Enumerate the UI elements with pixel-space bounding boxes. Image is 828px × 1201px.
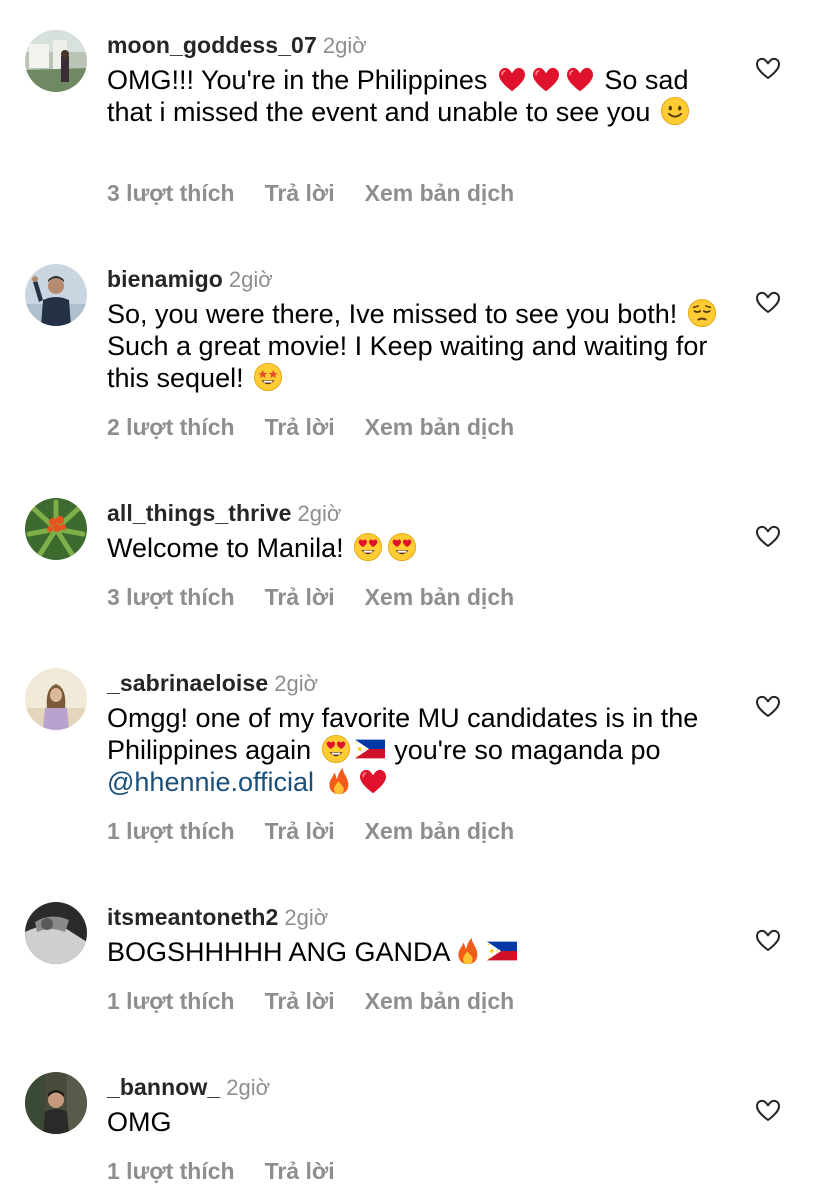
reply-button[interactable]: Trả lời [265,180,335,206]
star-struck-emoji [253,362,283,392]
username[interactable]: all_things_thrive [107,500,291,526]
reply-button[interactable]: Trả lời [265,584,335,610]
comment-item: _bannow_ 2giờ OMG 1 lượt thích Trả lời [0,1072,828,1192]
avatar[interactable] [25,264,87,326]
see-translation-button[interactable]: Xem bản dịch [365,414,515,440]
timestamp: 2giờ [297,501,342,526]
avatar[interactable] [25,498,87,560]
likes-count[interactable]: 1 lượt thích [107,1158,235,1184]
username[interactable]: bienamigo [107,266,223,292]
see-translation-button[interactable]: Xem bản dịch [365,818,515,844]
see-translation-button[interactable]: Xem bản dịch [365,180,515,206]
avatar[interactable] [25,30,87,92]
red-heart-emoji [565,64,595,94]
heart-outline-icon[interactable] [755,1098,781,1122]
heart-eyes-emoji [387,532,417,562]
comment-actions: 1 lượt thích Trả lời Xem bản dịch [107,816,544,846]
red-heart-emoji [531,64,561,94]
comment-item: itsmeantoneth2 2giờ BOGSHHHHH ANG GANDA 1… [0,902,828,1022]
fire-emoji [324,766,354,796]
likes-count[interactable]: 3 lượt thích [107,584,235,610]
username[interactable]: moon_goddess_07 [107,32,317,58]
philippines-flag-emoji [355,734,385,764]
heart-eyes-emoji [321,734,351,764]
mention-link[interactable]: @hhennie.official [107,767,314,797]
avatar[interactable] [25,902,87,964]
pensive-face-emoji [687,298,717,328]
username[interactable]: itsmeantoneth2 [107,904,278,930]
reply-button[interactable]: Trả lời [265,818,335,844]
username[interactable]: _sabrinaeloise [107,670,268,696]
comment-text: So, you were there, Ive missed to see yo… [107,298,727,394]
timestamp: 2giờ [274,671,319,696]
comment-item: moon_goddess_07 2giờ OMG!!! You're in the… [0,30,828,220]
fire-emoji [453,936,483,966]
heart-outline-icon[interactable] [755,524,781,548]
see-translation-button[interactable]: Xem bản dịch [365,988,515,1014]
comment-actions: 1 lượt thích Trả lời [107,1156,365,1186]
likes-count[interactable]: 2 lượt thích [107,414,235,440]
comment-actions: 1 lượt thích Trả lời Xem bản dịch [107,986,544,1016]
likes-count[interactable]: 3 lượt thích [107,180,235,206]
comment-text: Omgg! one of my favorite MU candidates i… [107,703,699,797]
likes-count[interactable]: 1 lượt thích [107,818,235,844]
heart-outline-icon[interactable] [755,928,781,952]
reply-button[interactable]: Trả lời [265,414,335,440]
heart-outline-icon[interactable] [755,694,781,718]
comment-text: OMG!!! You're in the Philippines So sad … [107,64,690,127]
reply-button[interactable]: Trả lời [265,1158,335,1184]
avatar[interactable] [25,1072,87,1134]
red-heart-emoji [358,766,388,796]
comment-item: bienamigo 2giờ So, you were there, Ive mi… [0,264,828,454]
comment-actions: 3 lượt thích Trả lời Xem bản dịch [107,178,544,208]
heart-outline-icon[interactable] [755,56,781,80]
likes-count[interactable]: 1 lượt thích [107,988,235,1014]
comment-actions: 3 lượt thích Trả lời Xem bản dịch [107,582,544,612]
heart-outline-icon[interactable] [755,290,781,314]
comment-item: all_things_thrive 2giờ Welcome to Manila!… [0,498,828,618]
heart-eyes-emoji [353,532,383,562]
comment-text: Welcome to Manila! [107,532,727,564]
username[interactable]: _bannow_ [107,1074,220,1100]
comment-text: OMG [107,1107,172,1137]
avatar[interactable] [25,668,87,730]
timestamp: 2giờ [228,267,273,292]
timestamp: 2giờ [226,1075,271,1100]
comment-text: BOGSHHHHH ANG GANDA [107,936,727,968]
see-translation-button[interactable]: Xem bản dịch [365,584,515,610]
comment-item: _sabrinaeloise 2giờ Omgg! one of my favor… [0,668,828,858]
timestamp: 2giờ [322,33,367,58]
comment-actions: 2 lượt thích Trả lời Xem bản dịch [107,412,544,442]
philippines-flag-emoji [487,936,517,966]
timestamp: 2giờ [284,905,329,930]
slightly-smiling-face-emoji [660,96,690,126]
reply-button[interactable]: Trả lời [265,988,335,1014]
red-heart-emoji [497,64,527,94]
